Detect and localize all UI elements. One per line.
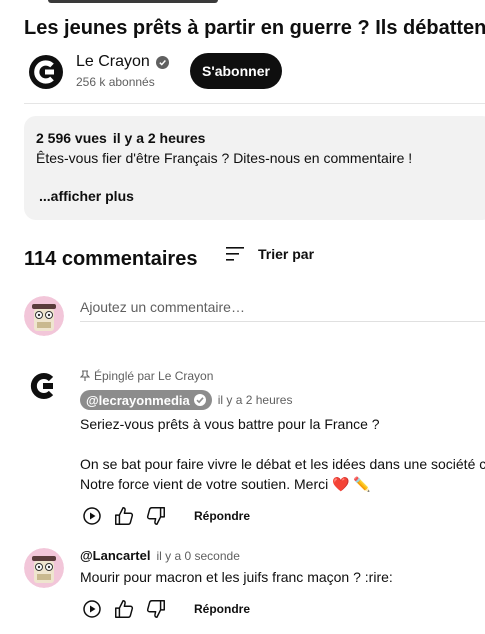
sort-label: Trier par xyxy=(258,246,315,262)
author-chip[interactable]: @lecrayonmedia xyxy=(80,390,212,410)
comment-text: Mourir pour macron et les juifs franc ma… xyxy=(80,567,485,587)
user-avatar[interactable] xyxy=(24,296,64,336)
play-icon[interactable] xyxy=(80,504,104,528)
channel-name[interactable]: Le Crayon xyxy=(76,52,150,72)
thumbs-down-icon[interactable] xyxy=(144,504,168,528)
verified-icon xyxy=(155,55,169,69)
comment-body: @Lancartel il y a 0 seconde Mourir pour … xyxy=(80,548,485,621)
subscribe-button[interactable]: S'abonner xyxy=(190,53,282,89)
sort-icon xyxy=(226,247,244,261)
comment-time[interactable]: il y a 0 seconde xyxy=(156,549,239,563)
comment-actions: Répondre xyxy=(80,504,485,528)
crayon-logo-icon[interactable] xyxy=(28,54,64,90)
comment-line xyxy=(80,434,485,454)
pinned-text: Épinglé par Le Crayon xyxy=(94,369,214,383)
user-avatar[interactable] xyxy=(24,548,64,588)
channel-name-wrap[interactable]: Le Crayon xyxy=(76,52,169,72)
author-row: @lecrayonmedia il y a 2 heures xyxy=(80,390,485,410)
thumbs-up-icon[interactable] xyxy=(112,597,136,621)
thumbs-down-icon[interactable] xyxy=(144,597,168,621)
comments-count: 114 commentaires xyxy=(24,248,198,270)
comment-line: On se bat pour faire vivre le débat et l… xyxy=(80,456,485,472)
divider xyxy=(24,103,485,104)
description-meta: 2 596 vues il y a 2 heures xyxy=(36,128,482,148)
reply-button[interactable]: Répondre xyxy=(194,602,250,616)
video-title: Les jeunes prêts à partir en guerre ? Il… xyxy=(24,17,485,39)
description-text: Êtes-vous fier d'être Français ? Dites-n… xyxy=(36,150,413,166)
comment-text: Seriez-vous prêts à vous battre pour la … xyxy=(80,414,485,494)
pin-icon xyxy=(80,370,90,381)
subscriber-count: 256 k abonnés xyxy=(76,75,155,89)
channel-row: Le Crayon 256 k abonnés S'abonner xyxy=(24,52,484,92)
comment-line: Seriez-vous prêts à vous battre pour la … xyxy=(80,416,380,432)
author-row: @Lancartel il y a 0 seconde xyxy=(80,548,485,563)
description-box[interactable]: 2 596 vues il y a 2 heures Êtes-vous fier… xyxy=(24,116,485,220)
player-edge xyxy=(48,0,218,3)
add-comment-row: Ajoutez un commentaire… xyxy=(24,296,485,336)
thumbs-up-icon[interactable] xyxy=(112,504,136,528)
view-count: 2 596 vues xyxy=(36,130,107,146)
show-more-link[interactable]: ...afficher plus xyxy=(39,186,134,206)
comment-body: Épinglé par Le Crayon @lecrayonmedia il … xyxy=(80,366,485,528)
comments-header: 114 commentaires Trier par xyxy=(24,246,484,270)
crayon-logo-icon[interactable] xyxy=(24,366,64,406)
comment-author[interactable]: @lecrayonmedia xyxy=(86,393,190,408)
sort-button[interactable]: Trier par xyxy=(226,246,314,262)
comment-time[interactable]: il y a 2 heures xyxy=(218,393,293,407)
comment-author[interactable]: @Lancartel xyxy=(80,548,150,563)
reply-button[interactable]: Répondre xyxy=(194,509,250,523)
play-icon[interactable] xyxy=(80,597,104,621)
verified-icon xyxy=(193,394,206,406)
comment-input[interactable]: Ajoutez un commentaire… xyxy=(80,296,485,322)
comment-line: Mourir pour macron et les juifs franc ma… xyxy=(80,569,393,585)
pinned-label: Épinglé par Le Crayon xyxy=(80,366,485,386)
comment-line: Notre force vient de votre soutien. Merc… xyxy=(80,476,371,492)
comment-actions: Répondre xyxy=(80,597,485,621)
top-strip xyxy=(0,0,485,3)
upload-time: il y a 2 heures xyxy=(112,130,206,146)
